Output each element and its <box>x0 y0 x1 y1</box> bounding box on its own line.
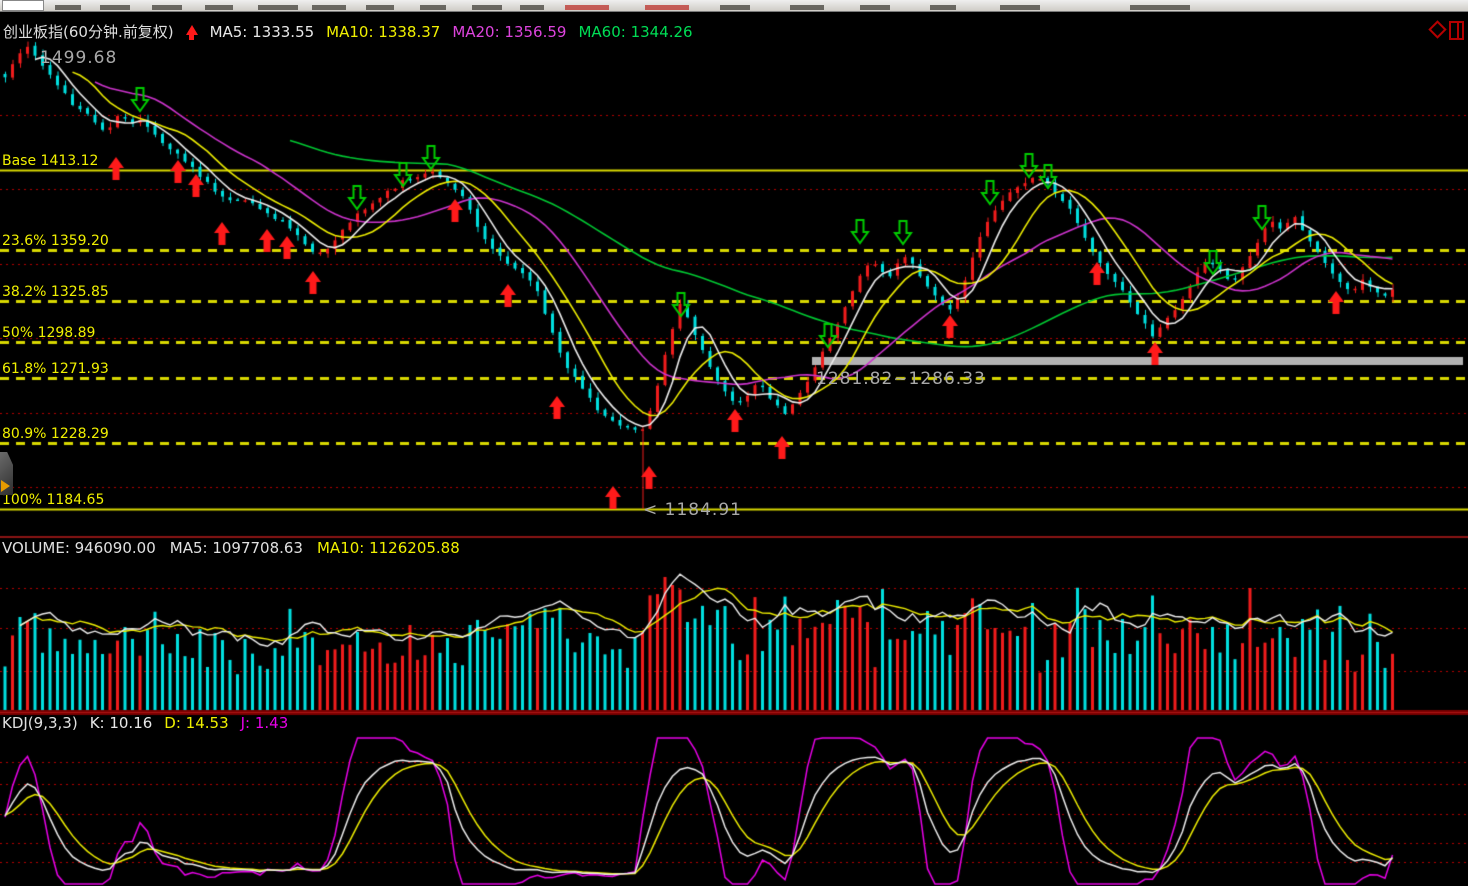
menu-item-fragment[interactable] <box>1130 5 1190 10</box>
menu-item-fragment[interactable] <box>258 5 298 10</box>
menu-item-fragment[interactable] <box>366 5 394 10</box>
menu-item-fragment[interactable] <box>1000 5 1040 10</box>
menu-item-fragment[interactable] <box>790 5 824 10</box>
top-menu-bar[interactable] <box>0 0 1468 12</box>
menu-item-fragment[interactable] <box>205 5 233 10</box>
candlestick-chart-canvas[interactable] <box>0 0 1468 886</box>
menu-item-fragment[interactable] <box>520 5 544 10</box>
menu-item-fragment[interactable] <box>312 5 346 10</box>
menu-item-fragment[interactable] <box>420 5 446 10</box>
split-pane-icon[interactable] <box>1449 21 1464 40</box>
left-panel-arrow-icon[interactable] <box>1 480 10 492</box>
menu-item-fragment-red[interactable] <box>565 5 609 10</box>
menu-item-fragment[interactable] <box>472 5 502 10</box>
trading-app-window: 创业板指(60分钟.前复权) MA5: 1333.55 MA10: 1338.3… <box>0 0 1468 886</box>
menu-item-fragment[interactable] <box>860 5 890 10</box>
menu-item-fragment-red[interactable] <box>645 5 689 10</box>
menu-item-fragment[interactable] <box>930 5 956 10</box>
menu-item-fragment[interactable] <box>100 5 130 10</box>
menu-item-fragment[interactable] <box>720 5 750 10</box>
menu-item-fragment[interactable] <box>55 5 81 10</box>
menu-item-fragment[interactable] <box>152 5 182 10</box>
toolbar-edit-box[interactable] <box>2 0 44 11</box>
